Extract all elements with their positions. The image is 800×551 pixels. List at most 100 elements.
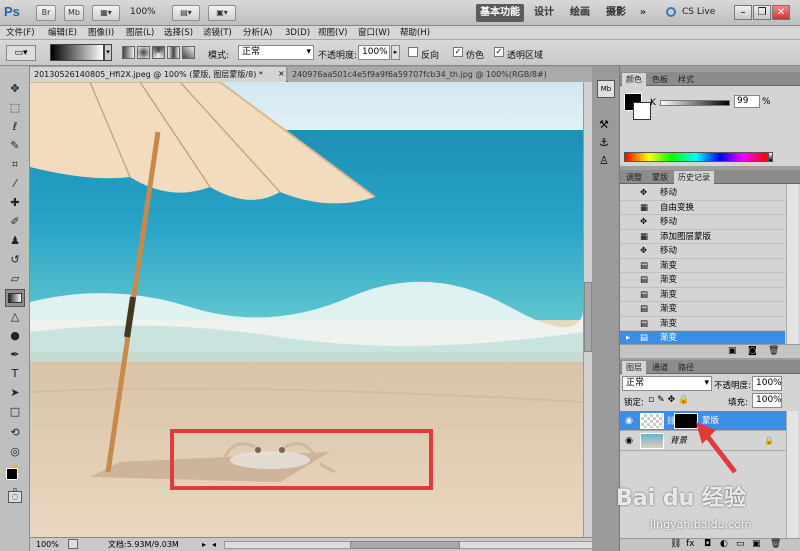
transparency-checkbox[interactable]: ✓ <box>494 47 504 57</box>
doc-tab-inactive[interactable]: 240976aa501c4e5f9a9f6a59707fcb34_th.jpg … <box>288 67 592 82</box>
healing-brush-tool-icon[interactable]: ✚ <box>5 194 25 212</box>
gradient-preview[interactable] <box>50 44 104 61</box>
type-tool-icon[interactable]: T <box>5 365 25 383</box>
menu-file[interactable]: 文件(F) <box>6 26 35 40</box>
menu-help[interactable]: 帮助(H) <box>400 26 430 40</box>
scroll-left-icon[interactable]: ◂ <box>212 538 216 551</box>
minimize-button[interactable]: – <box>734 5 752 20</box>
gradient-tool-icon[interactable] <box>5 289 25 307</box>
tab-adjustments[interactable]: 调整 <box>622 171 646 184</box>
gradient-picker-arrow-icon[interactable]: ▾ <box>104 44 112 61</box>
history-item[interactable]: ▤ 渐变 <box>620 273 785 288</box>
tool-presets-icon[interactable]: ⚒ <box>599 118 609 131</box>
history-scrollbar[interactable] <box>786 184 798 358</box>
eyedropper-tool-icon[interactable]: ⁄ <box>5 175 25 193</box>
menu-3d[interactable]: 3D(D) <box>285 26 310 40</box>
screen-mode-button[interactable]: ▣▾ <box>208 5 236 21</box>
new-document-from-state-icon[interactable]: ▣ <box>728 346 737 356</box>
restore-button[interactable]: ❐ <box>753 5 771 20</box>
menu-view[interactable]: 视图(V) <box>318 26 347 40</box>
workspace-design[interactable]: 设计 <box>530 4 558 22</box>
zoom-level[interactable]: 100% <box>130 7 156 17</box>
blend-mode-select[interactable]: 正常 ▾ <box>622 376 712 391</box>
layer-style-icon[interactable]: fx <box>686 539 695 549</box>
arrange-documents-button[interactable]: ▤▾ <box>172 5 200 21</box>
angle-gradient-icon[interactable] <box>152 46 165 59</box>
tab-swatches[interactable]: 色板 <box>648 73 672 86</box>
history-item[interactable]: ▦ 自由变换 <box>620 201 785 215</box>
color-spectrum-bar[interactable] <box>624 152 768 162</box>
layer-opacity-field[interactable]: 100% <box>752 376 782 391</box>
move-tool-icon[interactable]: ✥ <box>5 80 25 98</box>
reverse-checkbox[interactable] <box>408 47 418 57</box>
menu-window[interactable]: 窗口(W) <box>358 26 390 40</box>
diamond-gradient-icon[interactable] <box>182 46 195 59</box>
mini-bridge-button[interactable]: Mb <box>64 5 84 21</box>
brush-panel-icon[interactable]: ⚓ <box>599 136 609 149</box>
fill-field[interactable]: 100% <box>752 393 782 408</box>
cs-live-button[interactable]: CS Live <box>682 7 715 17</box>
foreground-color-swatch[interactable] <box>6 468 18 480</box>
adjustment-layer-icon[interactable]: ◐ <box>720 539 728 549</box>
quick-mask-icon[interactable]: ◌ <box>8 491 22 503</box>
opacity-field[interactable]: 100% <box>358 45 390 60</box>
history-item[interactable]: ▤ 渐变 <box>620 317 785 331</box>
dither-checkbox[interactable]: ✓ <box>453 47 463 57</box>
linear-gradient-icon[interactable] <box>122 46 135 59</box>
status-info-icon[interactable] <box>68 539 78 549</box>
workspace-painting[interactable]: 绘画 <box>566 4 594 22</box>
link-layers-icon[interactable]: ⛓ <box>670 539 681 549</box>
tool-preset-icon[interactable]: ▭▾ <box>6 45 36 61</box>
path-selection-tool-icon[interactable]: ➤ <box>5 384 25 402</box>
close-tab-icon[interactable]: × <box>278 69 285 78</box>
opacity-slider-arrow-icon[interactable]: ▸ <box>391 45 400 60</box>
snapshot-icon[interactable]: ◙ <box>748 346 757 356</box>
crop-tool-icon[interactable]: ⌗ <box>5 156 25 174</box>
add-mask-icon[interactable]: ◘ <box>704 539 711 549</box>
black-white-ramp[interactable] <box>768 152 773 162</box>
3d-rotate-tool-icon[interactable]: ⟲ <box>5 424 25 442</box>
brush-tool-icon[interactable]: ✐ <box>5 213 25 231</box>
radial-gradient-icon[interactable] <box>137 46 150 59</box>
tab-paths[interactable]: 路径 <box>674 361 698 374</box>
3d-orbit-tool-icon[interactable]: ◎ <box>5 443 25 461</box>
doc-tab-active[interactable]: 20130526140805_Hfi2X.jpeg @ 100% (蒙版, 图层… <box>30 67 286 82</box>
reflected-gradient-icon[interactable] <box>167 46 180 59</box>
shape-tool-icon[interactable]: □ <box>5 403 25 421</box>
tab-color[interactable]: 颜色 <box>622 73 646 86</box>
marquee-tool-icon[interactable]: ⬚ <box>5 99 25 117</box>
history-item[interactable]: ▤ 渐变 <box>620 259 785 273</box>
tab-channels[interactable]: 通道 <box>648 361 672 374</box>
view-extras-button[interactable]: ▦▾ <box>92 5 120 21</box>
workspace-photography[interactable]: 摄影 <box>602 4 630 22</box>
bridge-button[interactable]: Br <box>36 5 56 21</box>
bg-color-chip[interactable] <box>633 102 651 120</box>
workspace-essentials[interactable]: 基本功能 <box>476 4 524 22</box>
blur-tool-icon[interactable]: △ <box>5 308 25 326</box>
eye-icon[interactable]: ◉ <box>624 416 634 426</box>
lock-icons[interactable]: ▫✎✥🔒 <box>648 395 692 405</box>
menu-layer[interactable]: 图层(L) <box>126 26 154 40</box>
close-button[interactable]: ✕ <box>772 5 790 20</box>
horizontal-scroll-thumb[interactable] <box>350 541 460 549</box>
history-brush-tool-icon[interactable]: ↺ <box>5 251 25 269</box>
tab-styles[interactable]: 样式 <box>674 73 698 86</box>
vertical-scrollbar[interactable] <box>583 82 592 537</box>
delete-layer-icon[interactable]: 🗑 <box>770 539 781 549</box>
lasso-tool-icon[interactable]: ℓ <box>5 118 25 136</box>
history-item[interactable]: ✥ 移动 <box>620 244 785 259</box>
layers-scrollbar[interactable] <box>786 411 798 538</box>
vertical-scroll-thumb[interactable] <box>584 282 592 352</box>
k-slider[interactable] <box>660 100 730 106</box>
more-workspaces-icon[interactable]: » <box>636 4 650 22</box>
clone-stamp-tool-icon[interactable]: ♟ <box>5 232 25 250</box>
status-menu-arrow-icon[interactable]: ▸ <box>202 538 206 551</box>
history-item[interactable]: ▤ 渐变 <box>620 288 785 302</box>
menu-image[interactable]: 图像(I) <box>88 26 114 40</box>
tab-history[interactable]: 历史记录 <box>674 171 714 184</box>
history-item[interactable]: ✥ 移动 <box>620 186 785 201</box>
status-zoom[interactable]: 100% <box>36 538 59 551</box>
history-item[interactable]: ▦ 添加图层蒙版 <box>620 230 785 244</box>
minibridge-panel-icon[interactable]: Mb <box>597 80 615 98</box>
menu-edit[interactable]: 编辑(E) <box>48 26 77 40</box>
